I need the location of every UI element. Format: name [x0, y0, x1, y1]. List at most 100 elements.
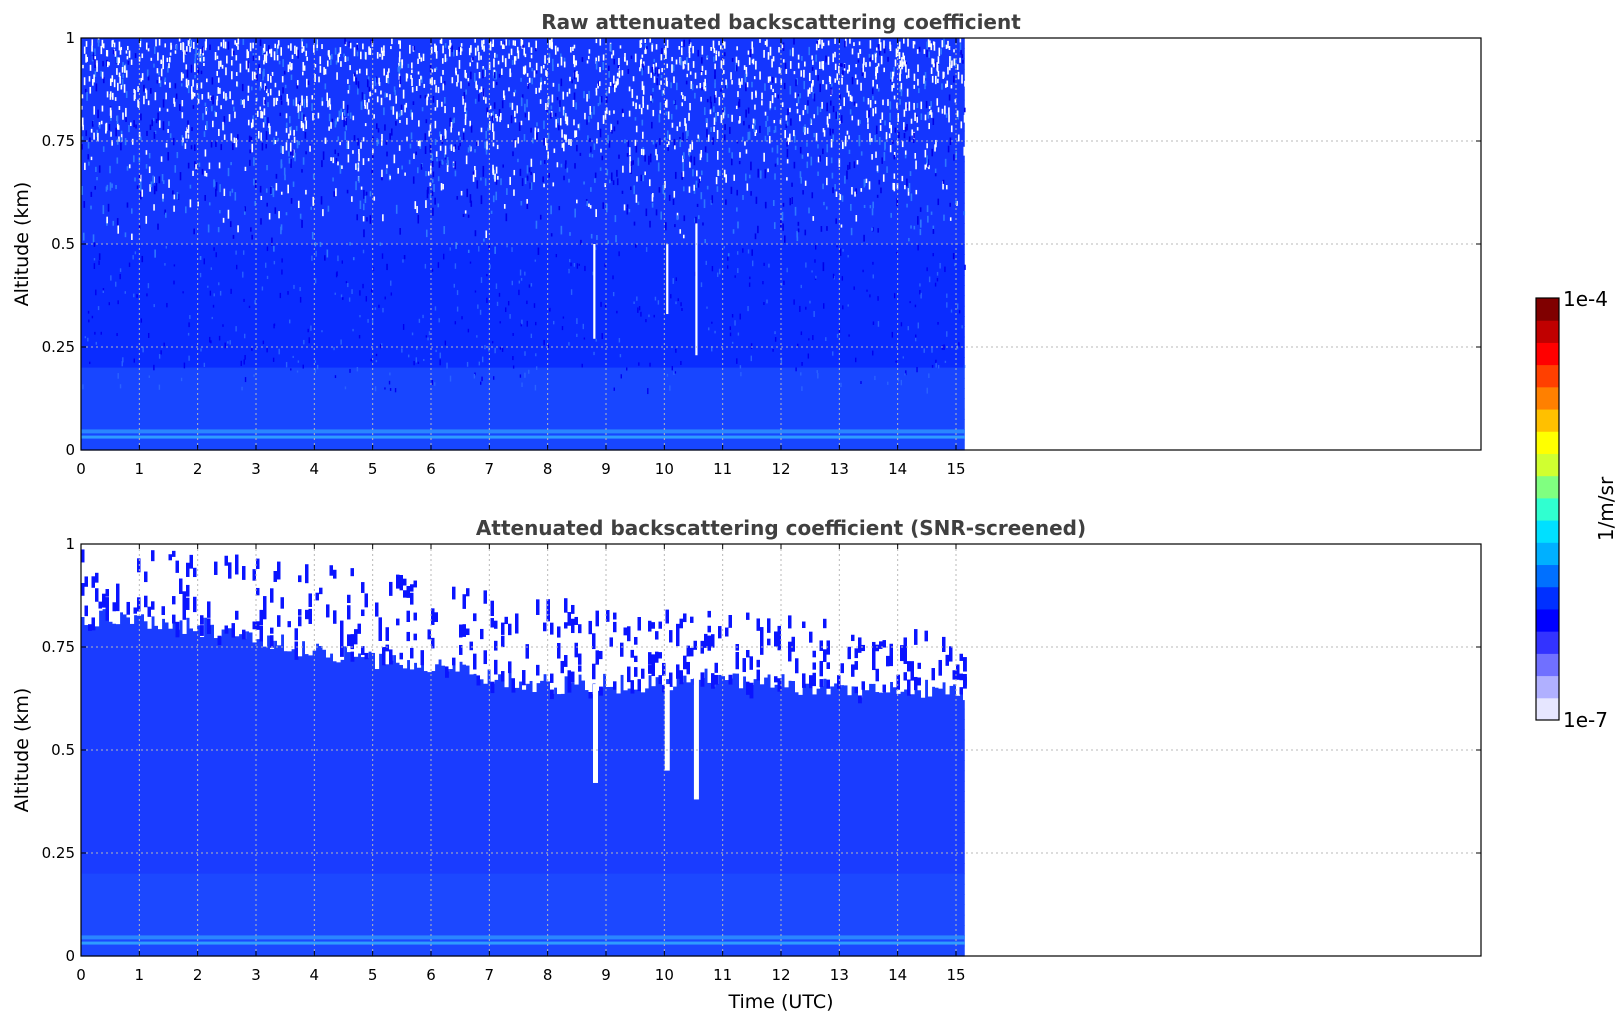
noise-cell	[644, 39, 647, 43]
noise-cell	[788, 615, 792, 629]
noise-cell	[356, 70, 358, 75]
noise-cell	[900, 379, 903, 386]
noise-cell	[268, 213, 271, 220]
x-tick-label: 10	[655, 460, 674, 478]
noise-cell	[621, 70, 624, 76]
noise-cell	[407, 354, 410, 358]
noise-cell	[924, 114, 927, 121]
noise-cell	[668, 194, 671, 201]
noise-cell	[879, 119, 882, 124]
noise-cell	[308, 337, 310, 344]
screened-region	[333, 544, 338, 662]
noise-cell	[651, 44, 653, 52]
noise-cell	[124, 65, 126, 73]
heatmap-row	[81, 110, 965, 121]
noise-cell	[889, 101, 892, 110]
noise-cell	[669, 385, 671, 391]
noise-cell	[822, 79, 824, 85]
noise-cell	[302, 157, 305, 165]
screened-region	[928, 544, 933, 697]
screened-region	[791, 544, 796, 682]
screened-region	[882, 544, 887, 687]
noise-cell	[331, 118, 334, 123]
noise-cell	[794, 145, 797, 150]
noise-cell	[85, 130, 88, 137]
noise-cell	[200, 348, 202, 352]
noise-cell	[434, 306, 437, 311]
noise-cell	[909, 301, 911, 304]
noise-cell	[841, 195, 844, 202]
noise-cell	[907, 38, 909, 47]
noise-cell	[875, 644, 880, 652]
noise-cell	[454, 170, 457, 177]
noise-cell	[431, 268, 434, 272]
noise-cell	[813, 93, 816, 102]
noise-cell	[774, 106, 776, 110]
noise-cell	[490, 681, 495, 694]
noise-cell	[324, 137, 327, 143]
noise-cell	[767, 168, 769, 173]
noise-cell	[90, 191, 93, 197]
noise-cell	[235, 72, 238, 76]
noise-cell	[723, 245, 725, 249]
noise-cell	[302, 122, 304, 128]
noise-cell	[826, 226, 828, 231]
noise-cell	[153, 364, 155, 371]
noise-cell	[349, 112, 352, 119]
noise-cell	[793, 299, 795, 305]
noise-cell	[858, 41, 861, 46]
noise-cell	[793, 130, 795, 137]
noise-cell	[526, 176, 529, 181]
noise-cell	[773, 222, 776, 229]
noise-cell	[782, 59, 785, 63]
noise-cell	[749, 682, 754, 699]
noise-cell	[334, 292, 336, 295]
noise-cell	[287, 184, 289, 194]
noise-cell	[613, 621, 617, 633]
noise-cell	[498, 292, 501, 297]
noise-cell	[390, 128, 393, 136]
noise-cell	[777, 636, 782, 651]
noise-cell	[682, 171, 685, 177]
noise-cell	[120, 142, 122, 151]
noise-cell	[600, 148, 602, 153]
noise-cell	[110, 110, 112, 118]
noise-cell	[347, 594, 351, 604]
noise-cell	[308, 593, 313, 607]
x-tick-label: 4	[310, 460, 320, 478]
noise-cell	[311, 255, 313, 261]
noise-cell	[474, 230, 477, 237]
noise-cell	[544, 55, 546, 64]
noise-cell	[235, 144, 238, 148]
noise-cell	[537, 247, 540, 255]
noise-cell	[891, 331, 894, 338]
noise-cell	[145, 150, 148, 155]
noise-cell	[671, 64, 673, 73]
noise-cell	[578, 665, 582, 672]
noise-cell	[672, 199, 675, 205]
noise-cell	[273, 245, 275, 252]
noise-cell	[185, 131, 187, 139]
noise-cell	[349, 368, 351, 373]
noise-cell	[247, 95, 249, 101]
noise-cell	[440, 76, 443, 83]
noise-cell	[815, 132, 818, 142]
noise-cell	[155, 182, 158, 192]
noise-cell	[446, 157, 449, 166]
noise-cell	[135, 124, 137, 129]
noise-cell	[219, 60, 222, 67]
noise-cell	[947, 145, 950, 153]
noise-cell	[209, 44, 211, 50]
noise-cell	[731, 114, 733, 122]
noise-cell	[935, 359, 937, 364]
colorbar-swatch	[1536, 409, 1559, 432]
surface-band	[81, 941, 965, 945]
noise-cell	[963, 673, 967, 689]
noise-cell	[686, 73, 689, 78]
noise-cell	[863, 234, 865, 242]
noise-cell	[629, 147, 631, 156]
noise-cell	[122, 112, 124, 120]
noise-cell	[826, 679, 831, 689]
noise-cell	[501, 44, 504, 50]
noise-cell	[526, 198, 528, 205]
